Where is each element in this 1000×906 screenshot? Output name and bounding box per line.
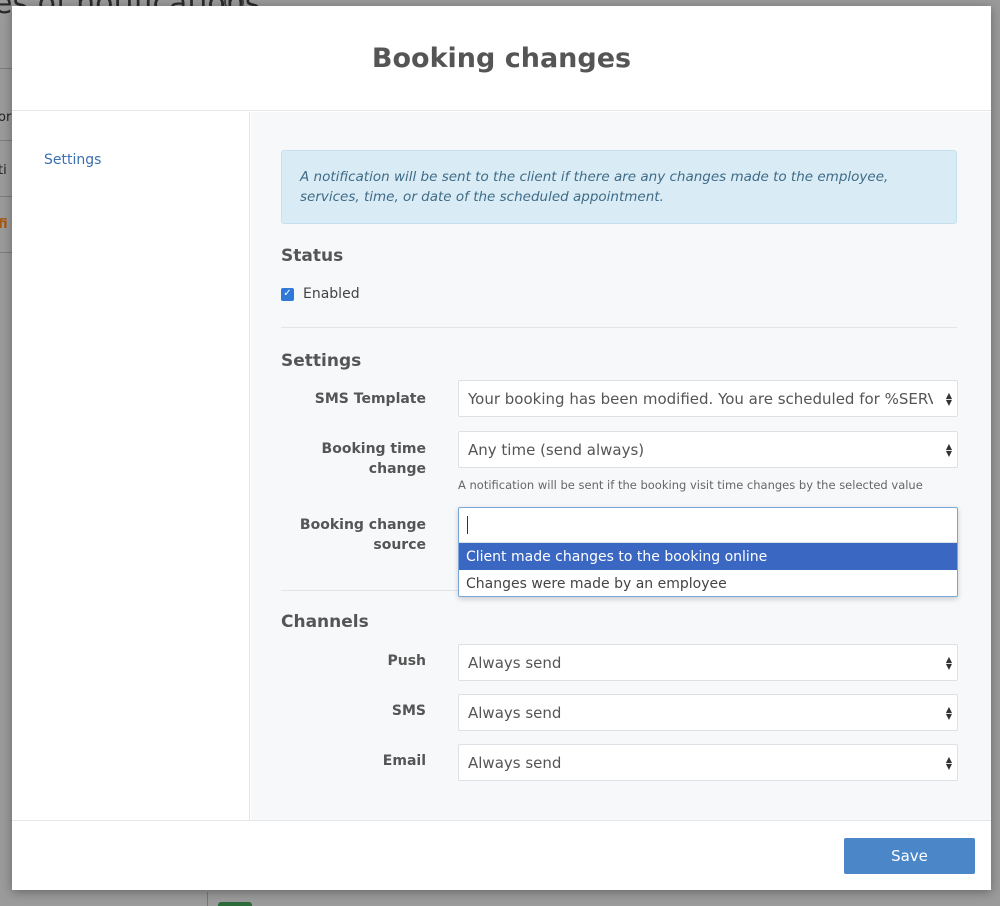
booking-time-change-help: A notification will be sent if the booki…: [458, 478, 923, 492]
booking-time-change-value: Any time (send always): [468, 440, 645, 459]
booking-time-change-label: Booking time change: [276, 439, 426, 479]
status-heading: Status: [281, 246, 344, 266]
booking-change-source-label-line1: Booking change: [299, 517, 426, 533]
section-divider: [281, 327, 957, 328]
channels-heading: Channels: [281, 612, 369, 632]
sms-template-select[interactable]: Your booking has been modified. You are …: [458, 380, 958, 417]
sidebar: Settings: [12, 112, 250, 820]
select-arrows-icon: ▲ ▼: [945, 390, 952, 407]
modal-footer: Save: [12, 820, 991, 890]
sms-value: Always send: [468, 703, 562, 722]
background-text-fragment: ti: [0, 163, 7, 178]
booking-change-source-label: Booking change source: [276, 515, 426, 555]
select-arrows-icon: ▲ ▼: [945, 654, 952, 671]
dropdown-option-employee[interactable]: Changes were made by an employee: [459, 570, 957, 597]
sms-template-label: SMS Template: [314, 391, 426, 407]
settings-panel: A notification will be sent to the clien…: [251, 112, 991, 820]
background-divider: [0, 252, 12, 253]
info-alert: A notification will be sent to the clien…: [281, 150, 957, 224]
email-value: Always send: [468, 753, 562, 772]
sidebar-item-settings[interactable]: Settings: [44, 152, 101, 168]
push-value: Always send: [468, 653, 562, 672]
modal-header: Booking changes: [12, 6, 991, 111]
enabled-checkbox-row[interactable]: ✓ Enabled: [281, 286, 360, 302]
background-text-fragment: or: [0, 110, 12, 125]
background-text-fragment: fi: [0, 217, 8, 232]
background-divider: [0, 68, 12, 69]
booking-time-change-select[interactable]: Any time (send always) ▲ ▼: [458, 431, 958, 468]
sms-select[interactable]: Always send ▲ ▼: [458, 694, 958, 731]
booking-change-source-label-line2: source: [373, 537, 426, 553]
save-button[interactable]: Save: [844, 838, 975, 874]
select-arrows-icon: ▲ ▼: [945, 754, 952, 771]
email-select[interactable]: Always send ▲ ▼: [458, 744, 958, 781]
modal-body: Settings A notification will be sent to …: [12, 112, 991, 820]
settings-heading: Settings: [281, 351, 362, 371]
background-divider: [0, 140, 12, 141]
booking-change-source-combobox[interactable]: Client made changes to the booking onlin…: [458, 507, 958, 597]
email-label: Email: [382, 753, 426, 769]
sms-label: SMS: [391, 703, 426, 719]
text-cursor: [467, 516, 468, 534]
enabled-checkbox[interactable]: ✓: [281, 287, 294, 301]
sms-template-value: Your booking has been modified. You are …: [468, 389, 933, 408]
booking-changes-modal: Booking changes Settings A notification …: [12, 6, 991, 890]
select-arrows-icon: ▲ ▼: [945, 704, 952, 721]
push-select[interactable]: Always send ▲ ▼: [458, 644, 958, 681]
modal-title: Booking changes: [371, 42, 632, 74]
enabled-label: Enabled: [303, 286, 360, 302]
select-arrows-icon: ▲ ▼: [945, 441, 952, 458]
push-label: Push: [387, 653, 426, 669]
booking-change-source-search-input[interactable]: [459, 508, 957, 543]
booking-time-change-label-line1: Booking time: [321, 441, 426, 457]
background-divider: [207, 892, 208, 906]
booking-time-change-label-line2: change: [368, 461, 426, 477]
background-green-element: [218, 902, 252, 906]
dropdown-option-client-online[interactable]: Client made changes to the booking onlin…: [459, 543, 957, 570]
background-divider: [0, 196, 12, 197]
